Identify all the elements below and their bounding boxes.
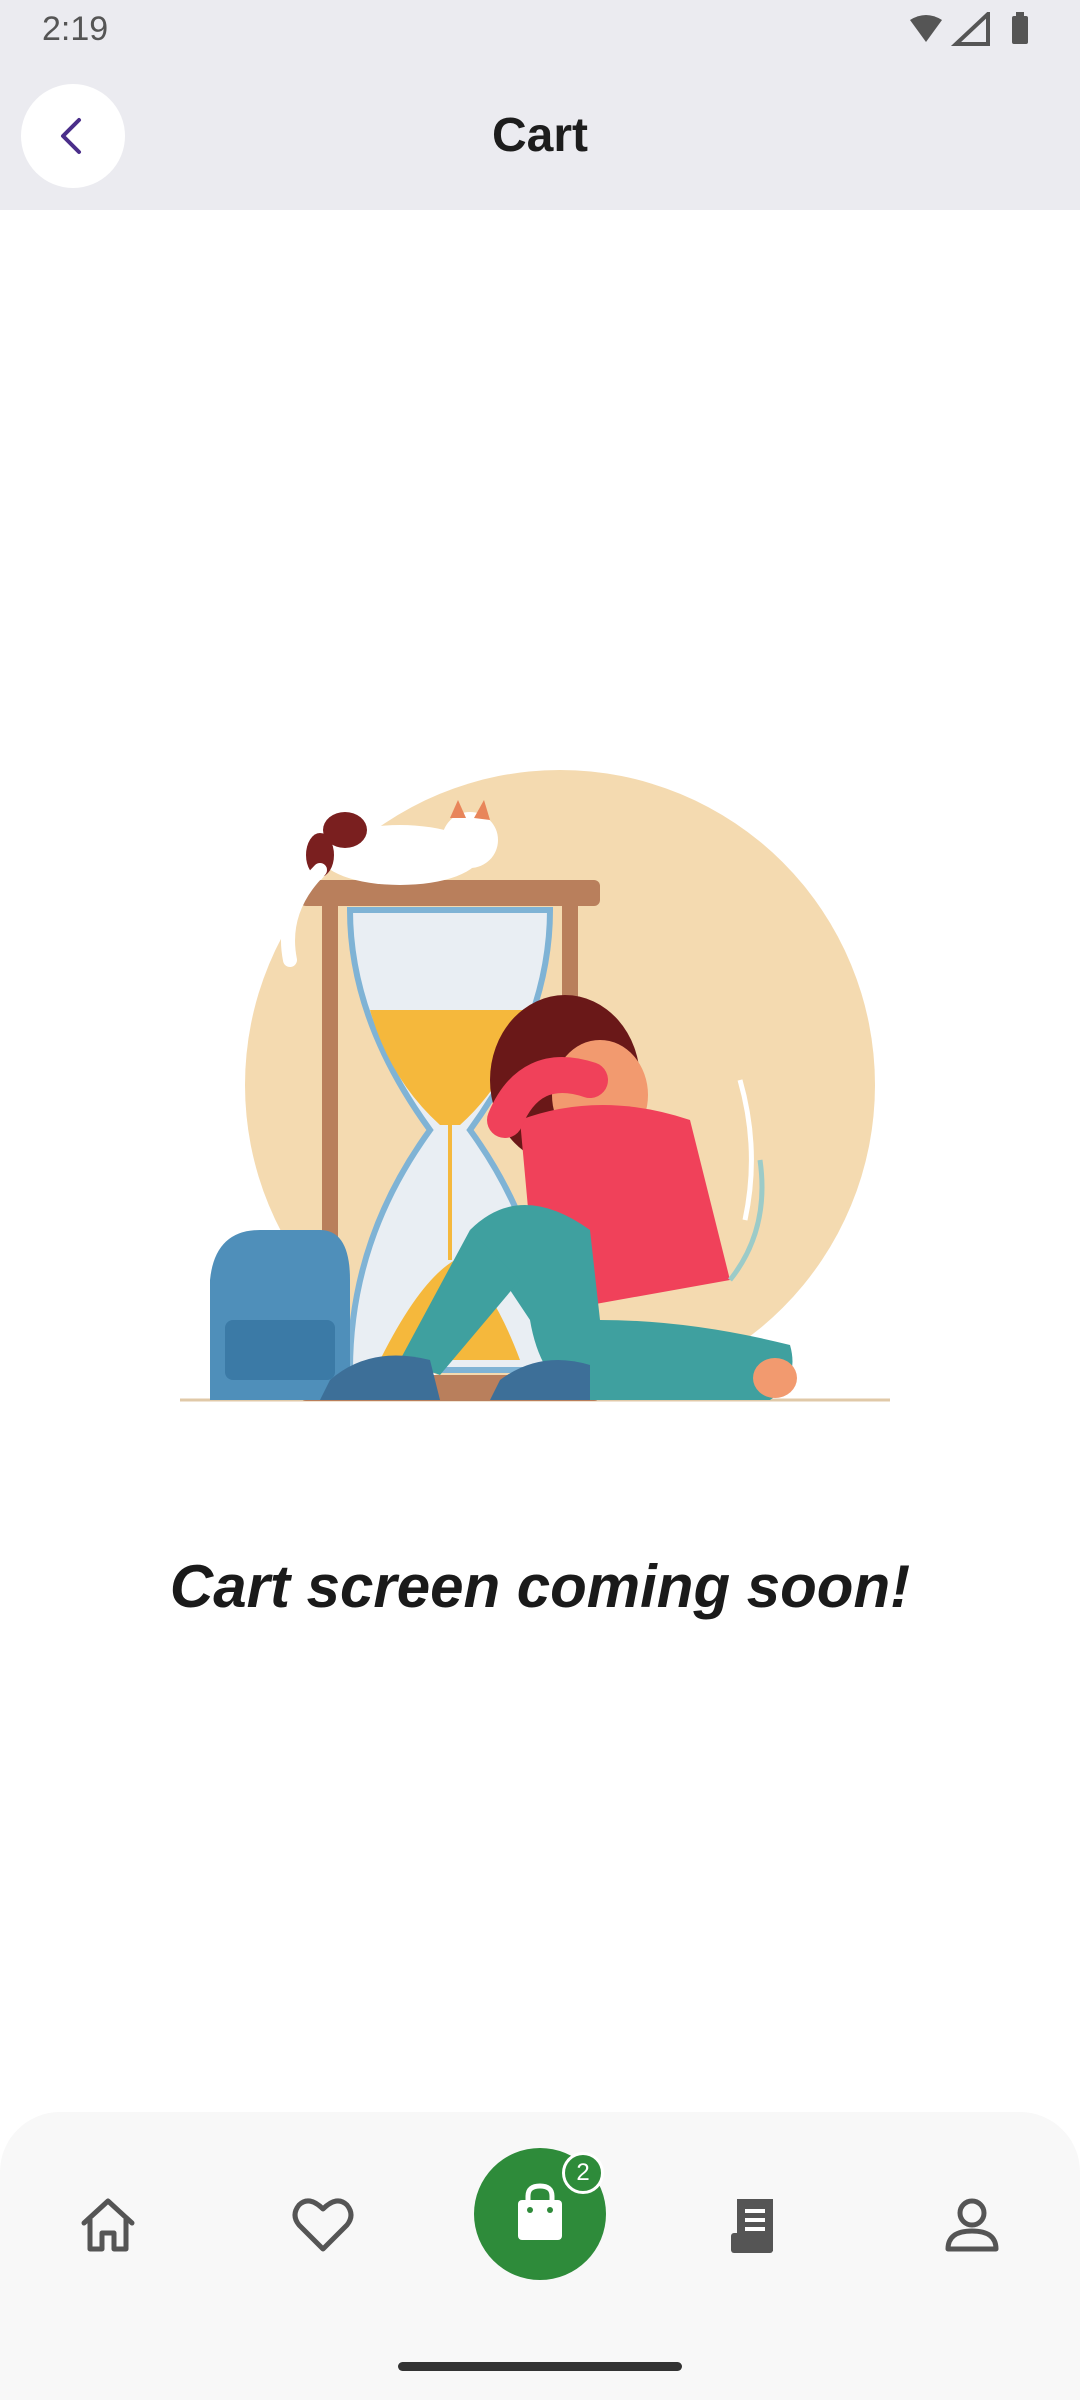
heart-icon — [292, 2198, 354, 2252]
coming-soon-message: Cart screen coming soon! — [169, 1553, 911, 1620]
nav-profile[interactable] — [917, 2170, 1027, 2280]
nav-favorites[interactable] — [268, 2170, 378, 2280]
nav-home[interactable] — [53, 2170, 163, 2280]
app-bar: Cart — [0, 62, 1080, 210]
person-waiting-hourglass-illustration — [180, 770, 890, 1402]
cart-badge: 2 — [562, 2152, 604, 2194]
status-icons — [910, 12, 1028, 46]
signal-icon — [950, 12, 990, 46]
shopping-bag-icon — [518, 2183, 562, 2240]
person-icon — [945, 2198, 999, 2252]
wifi-icon — [910, 15, 942, 42]
page-title: Cart — [491, 109, 589, 162]
cart-screen: 2:19 Cart Cart screen coming soon! 2 — [0, 0, 1080, 2400]
status-bar: 2:19 — [0, 0, 1080, 62]
status-time: 2:19 — [42, 10, 109, 48]
home-icon — [81, 2198, 135, 2252]
receipt-icon — [731, 2199, 773, 2253]
battery-icon — [1012, 12, 1028, 44]
home-indicator — [398, 2362, 682, 2371]
nav-orders[interactable] — [700, 2170, 810, 2280]
